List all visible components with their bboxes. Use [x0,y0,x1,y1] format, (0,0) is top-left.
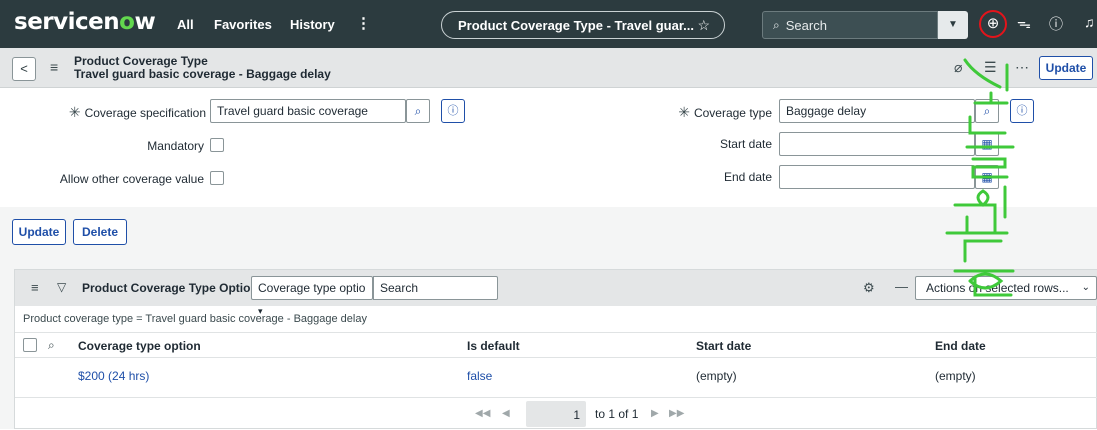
coverage-spec-info-icon[interactable]: ⓘ [441,99,465,123]
row-option-link[interactable]: $200 (24 hrs) [78,369,149,383]
chevron-down-icon: ⌄ [1081,282,1090,293]
coverage-spec-label: ✳ Coverage specification [68,104,206,120]
end-date-calendar-icon[interactable]: ▦ [975,165,999,189]
mandatory-label: Mandatory [147,139,204,153]
pagination: ◀◀ ◀ 1 to 1 of 1 ▶ ▶▶ [15,397,1097,430]
table-header: ⌕ Coverage type option Is default Start … [15,332,1097,358]
start-date-field[interactable] [779,132,975,156]
update-button[interactable]: Update [12,219,66,245]
form-buttons-row: Update Delete [0,207,1097,257]
collapse-icon[interactable]: — [895,279,908,294]
header-update-button[interactable]: Update [1039,56,1093,80]
row-end-date: (empty) [935,369,976,383]
mandatory-checkbox[interactable] [210,138,224,152]
column-header-is-default[interactable]: Is default [467,339,520,353]
page-number-input[interactable]: 1 [526,401,586,427]
next-page-icon[interactable]: ▶ [651,408,659,419]
servicenow-logo[interactable]: servicenow [14,9,156,35]
related-list-section: ≡ ▽ Product Coverage Type Options Covera… [0,257,1097,429]
personalize-form-icon[interactable]: ☰ [984,59,997,76]
nav-favorites[interactable]: Favorites [214,17,272,32]
coverage-spec-field[interactable]: Travel guard basic coverage [210,99,406,123]
related-list-panel: ≡ ▽ Product Coverage Type Options Covera… [14,269,1097,429]
nav-history[interactable]: History [290,17,335,32]
pagination-text: to 1 of 1 [595,407,639,421]
form-record-name: Travel guard basic coverage - Baggage de… [74,67,331,81]
search-scope-dropdown[interactable]: ▼ [938,11,968,39]
related-list-header: ≡ ▽ Product Coverage Type Options Covera… [15,270,1097,316]
current-record-title: Product Coverage Type - Travel guar... [458,17,694,33]
form-table-name: Product Coverage Type [74,54,208,68]
list-context-menu-icon[interactable]: ≡ [31,280,39,295]
global-search-input[interactable]: ⌕ Search [762,11,938,39]
search-field-select[interactable]: Coverage type optio ▾ [251,276,373,316]
search-placeholder: Search [785,17,827,33]
more-options-icon[interactable]: ⋯ [1015,59,1029,76]
column-header-end-date[interactable]: End date [935,339,986,353]
filter-icon[interactable]: ▽ [57,280,66,294]
favorite-star-icon[interactable]: ☆ [697,17,710,34]
notification-bell-icon[interactable]: ♫ [1084,14,1095,30]
gear-icon[interactable]: ⚙ [863,280,875,296]
form-header: < ≡ Product Coverage Type Travel guard b… [0,48,1097,88]
current-record-pill[interactable]: Product Coverage Type - Travel guar... ☆ [441,11,725,39]
list-search-input[interactable]: Search [373,276,498,300]
end-date-label: End date [723,170,772,184]
coverage-type-lookup-icon[interactable]: ⌕ [975,99,999,123]
more-menu-icon[interactable]: ⋮ [356,14,371,32]
nav-all[interactable]: All [177,17,194,32]
list-breadcrumb[interactable]: Product coverage type = Travel guard bas… [23,313,367,325]
coverage-type-info-icon[interactable]: ⓘ [1010,99,1034,123]
column-search-icon[interactable]: ⌕ [48,338,55,353]
row-is-default[interactable]: false [467,369,492,383]
last-page-icon[interactable]: ▶▶ [669,408,684,419]
start-date-calendar-icon[interactable]: ▦ [975,132,999,156]
form-context-menu-icon[interactable]: ≡ [50,59,58,75]
chat-icon[interactable]: ᯓ [1017,14,1031,33]
select-all-checkbox[interactable] [23,338,37,352]
actions-on-selected-rows-select[interactable]: Actions on selected rows... ⌄ [915,276,1097,300]
first-page-icon[interactable]: ◀◀ [475,408,490,419]
end-date-field[interactable] [779,165,975,189]
row-start-date: (empty) [696,369,737,383]
coverage-type-field[interactable]: Baggage delay [779,99,975,123]
help-icon[interactable]: ⓘ [1049,14,1063,34]
allow-other-label: Allow other coverage value [59,172,204,186]
required-asterisk-icon: ✳ [678,104,690,120]
delete-button[interactable]: Delete [73,219,127,245]
back-button[interactable]: < [12,57,36,81]
search-icon: ⌕ [773,17,780,32]
attachment-icon[interactable]: ⌀ [954,59,962,76]
previous-page-icon[interactable]: ◀ [502,408,510,419]
coverage-type-label: ✳ Coverage type [678,104,772,120]
start-date-label: Start date [719,137,772,151]
related-list-title: Product Coverage Type Options [82,281,265,295]
required-asterisk-icon: ✳ [68,104,81,120]
coverage-spec-lookup-icon[interactable]: ⌕ [406,99,430,123]
column-header-start-date[interactable]: Start date [696,339,751,353]
top-navigation-bar: servicenow All Favorites History ⋮ Produ… [0,0,1097,48]
column-header-coverage-type-option[interactable]: Coverage type option [78,339,201,353]
globe-icon[interactable]: ⊕ [979,10,1007,38]
allow-other-checkbox[interactable] [210,171,224,185]
